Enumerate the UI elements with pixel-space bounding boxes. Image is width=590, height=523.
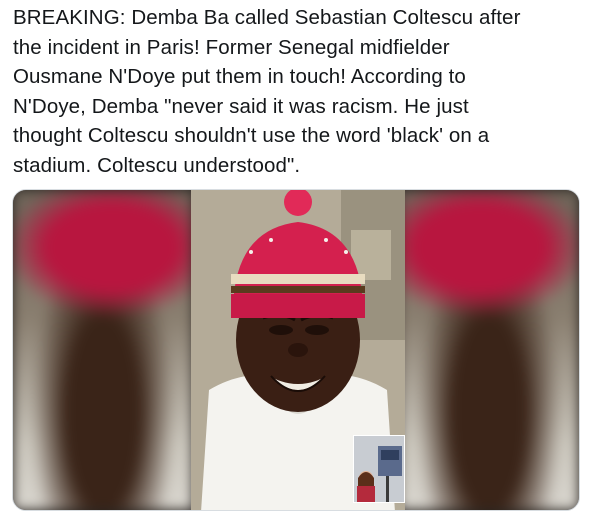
blurred-background-left	[13, 190, 193, 510]
tweet-media[interactable]	[12, 189, 580, 511]
pip-video-thumbnail[interactable]	[353, 435, 405, 503]
person-in-office-icon	[354, 436, 404, 502]
tweet-text: BREAKING: Demba Ba called Sebastian Colt…	[13, 6, 521, 177]
blurred-background-right	[399, 190, 579, 510]
